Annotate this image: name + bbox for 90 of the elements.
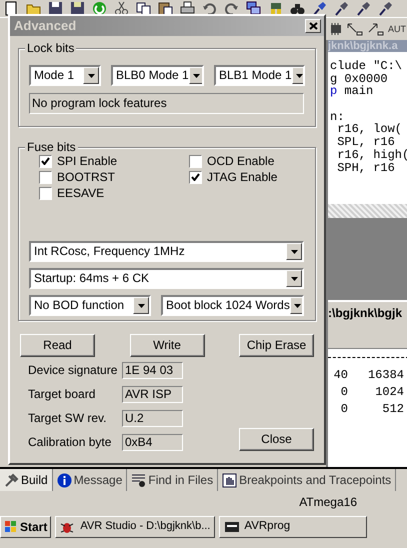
group-label: Lock bits — [25, 41, 76, 56]
table-cell-text: 40 — [332, 368, 348, 384]
toolbar-label[interactable]: AUT — [388, 24, 406, 34]
description-box: No program lock features — [29, 93, 304, 114]
paste-icon[interactable] — [158, 1, 173, 16]
dropdown[interactable]: Startup: 64ms + 6 CK — [29, 268, 304, 289]
dropdown-arrow-icon — [290, 250, 298, 254]
readonly-field: AVR ISP — [122, 386, 183, 402]
checkbox[interactable] — [39, 154, 52, 168]
readonly-field: 0xB4 — [122, 434, 183, 450]
dropdown-arrow-icon — [193, 74, 200, 78]
code-line: p main — [330, 84, 374, 98]
pin-icon[interactable] — [312, 1, 327, 16]
pin-icon[interactable] — [334, 1, 349, 16]
table-cell-text: 1024 — [374, 385, 404, 401]
chip-label-icon — [224, 520, 240, 534]
code-line: SPL, r16 — [336, 135, 395, 150]
redo-icon[interactable] — [224, 1, 239, 16]
code-line: clude "C:\ — [330, 59, 402, 73]
dropdown-arrow-icon — [296, 74, 303, 78]
tab[interactable]: Message — [52, 469, 128, 491]
file-path: :\bgjknk\bgjk — [328, 300, 407, 322]
arrow-icon[interactable] — [367, 22, 385, 36]
field-label: Calibration byte — [28, 434, 112, 450]
group-label: Fuse bits — [25, 140, 78, 154]
dropdown[interactable]: Boot block 1024 Words — [161, 295, 304, 316]
checkbox[interactable] — [189, 170, 202, 184]
dropdown[interactable]: Mode 1 — [29, 65, 101, 86]
dropdown-arrow-icon — [88, 74, 94, 78]
dropdown[interactable]: BLB1 Mode 1 — [214, 65, 305, 86]
status-text: ATmega16 — [299, 494, 357, 510]
tools-icon — [4, 472, 19, 488]
checkbox-label[interactable]: EESAVE — [57, 186, 104, 200]
taskbar-button[interactable]: AVRprog — [219, 516, 367, 538]
action-button[interactable]: Write — [130, 334, 204, 357]
code-line: SPH, r16 — [336, 160, 395, 174]
table-cell-text: 0 — [340, 402, 348, 418]
window-title: Advanced — [14, 18, 76, 34]
floppy-icon[interactable] — [48, 1, 63, 16]
checkbox[interactable] — [39, 186, 52, 200]
tab[interactable]: Breakpoints and Tracepoints — [218, 469, 396, 491]
start-button[interactable]: Start — [0, 516, 52, 538]
field-label: Target board — [28, 386, 96, 402]
page-icon[interactable] — [4, 1, 19, 16]
action-button[interactable]: Chip Erase — [239, 334, 314, 357]
windows-logo-icon — [4, 520, 18, 534]
code-line: n: — [330, 110, 344, 124]
arrow-icon[interactable] — [346, 22, 364, 36]
info-icon — [56, 472, 72, 488]
pin-icon[interactable] — [378, 1, 393, 16]
table-cell-text: 0 — [340, 385, 348, 401]
dropdown[interactable]: Int RCosc, Frequency 1MHz — [29, 241, 304, 262]
readonly-field: 1E 94 03 — [122, 362, 183, 378]
dropdown-arrow-icon — [138, 304, 144, 308]
floppy-icon[interactable] — [70, 1, 85, 16]
dropdown[interactable]: No BOD function — [29, 295, 151, 316]
checkbox-label[interactable]: OCD Enable — [207, 154, 274, 168]
tab[interactable]: Build — [0, 469, 53, 491]
tab[interactable]: Find in Files — [127, 469, 218, 491]
editor-title: jknk\bgjknk.a — [328, 40, 407, 52]
code-line: g 0x0000 — [330, 72, 388, 86]
table-cell-text: 512 — [381, 402, 404, 418]
pin-icon[interactable] — [356, 1, 371, 16]
close-button[interactable] — [305, 19, 321, 33]
scissors-icon[interactable] — [114, 1, 129, 16]
windows-icon[interactable] — [246, 1, 261, 16]
checkbox[interactable] — [39, 170, 52, 184]
taskbar-button[interactable]: AVR Studio - D:\bgjknk\b... — [55, 516, 216, 538]
dropdown-arrow-icon — [294, 304, 302, 308]
undo-icon[interactable] — [202, 1, 217, 16]
checkbox-label[interactable]: JTAG Enable — [207, 170, 278, 184]
check-icon — [41, 157, 50, 165]
readonly-field: U.2 — [122, 410, 183, 426]
binoculars-icon[interactable] — [290, 1, 305, 16]
field-label: Device signature — [28, 362, 118, 378]
check-icon — [191, 173, 200, 181]
dropdown[interactable]: BLB0 Mode 1 — [111, 65, 204, 86]
code-line: r16, low( — [336, 122, 402, 136]
chip-icon[interactable] — [329, 23, 343, 35]
field-label: Target SW rev. — [28, 410, 108, 426]
close-button[interactable]: Close — [239, 428, 314, 451]
checkbox-label[interactable]: SPI Enable — [57, 154, 118, 168]
action-button[interactable]: Read — [20, 334, 95, 357]
dropdown-arrow-icon — [290, 276, 298, 280]
checkbox-label[interactable]: BOOTRST — [57, 170, 116, 184]
code-line: r16, high( — [336, 148, 407, 162]
checkbox[interactable] — [189, 154, 202, 168]
table-cell-text: 16384 — [366, 368, 404, 384]
printer-icon[interactable] — [180, 1, 195, 16]
close-icon — [308, 22, 318, 30]
